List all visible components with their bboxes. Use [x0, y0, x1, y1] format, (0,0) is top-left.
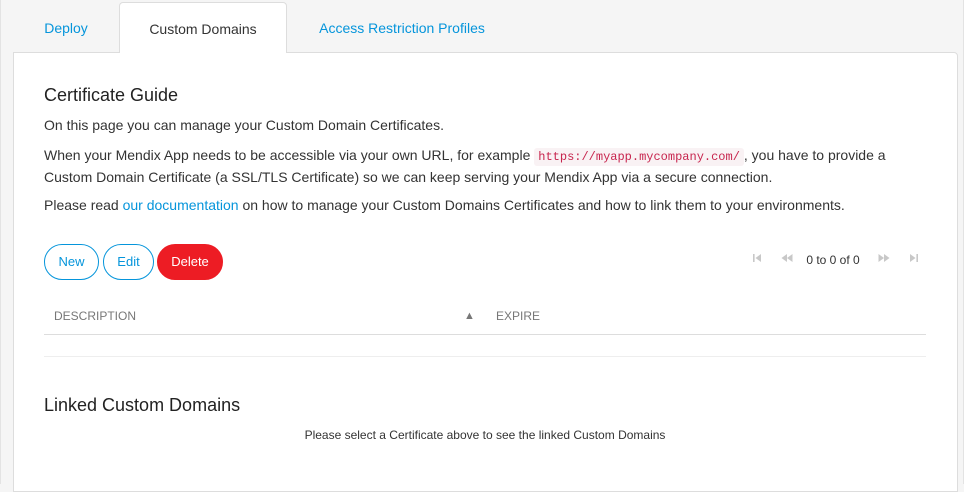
url-explanation-text: When your Mendix App needs to be accessi…: [44, 145, 924, 187]
tab-deploy[interactable]: Deploy: [13, 0, 119, 53]
column-header-description[interactable]: DESCRIPTION: [54, 308, 136, 324]
tab-custom-domains[interactable]: Custom Domains: [119, 2, 287, 53]
url-explanation-start: When your Mendix App needs to be accessi…: [44, 147, 535, 163]
intro-text: On this page you can manage your Custom …: [44, 117, 444, 133]
edit-button[interactable]: Edit: [103, 244, 154, 280]
table-header-divider: [44, 334, 926, 335]
documentation-text: Please read our documentation on how to …: [44, 195, 845, 215]
documentation-text-end: on how to manage your Custom Domains Cer…: [238, 197, 845, 213]
section-divider: [44, 356, 926, 357]
new-button[interactable]: New: [44, 244, 99, 280]
previous-page-icon[interactable]: [779, 252, 795, 268]
column-header-expire[interactable]: EXPIRE: [496, 308, 540, 324]
linked-domains-empty-message: Please select a Certificate above to see…: [304, 428, 666, 442]
tab-access-restriction-profiles[interactable]: Access Restriction Profiles: [288, 0, 516, 53]
tab-bar: Deploy Custom Domains Access Restriction…: [0, 0, 964, 53]
certificate-guide-title: Certificate Guide: [44, 85, 179, 105]
last-page-icon[interactable]: [906, 252, 922, 268]
first-page-icon[interactable]: [749, 252, 765, 268]
documentation-text-start: Please read: [44, 197, 123, 213]
sort-ascending-icon[interactable]: ▲: [464, 308, 475, 324]
delete-button[interactable]: Delete: [157, 244, 223, 280]
pager-status: 0 to 0 of 0: [806, 253, 860, 267]
frame-left-border: [0, 0, 1, 484]
example-url-code: https://myapp.mycompany.com/: [534, 148, 744, 166]
linked-custom-domains-title: Linked Custom Domains: [44, 395, 241, 415]
documentation-link[interactable]: our documentation: [123, 197, 239, 213]
next-page-icon[interactable]: [876, 252, 892, 268]
